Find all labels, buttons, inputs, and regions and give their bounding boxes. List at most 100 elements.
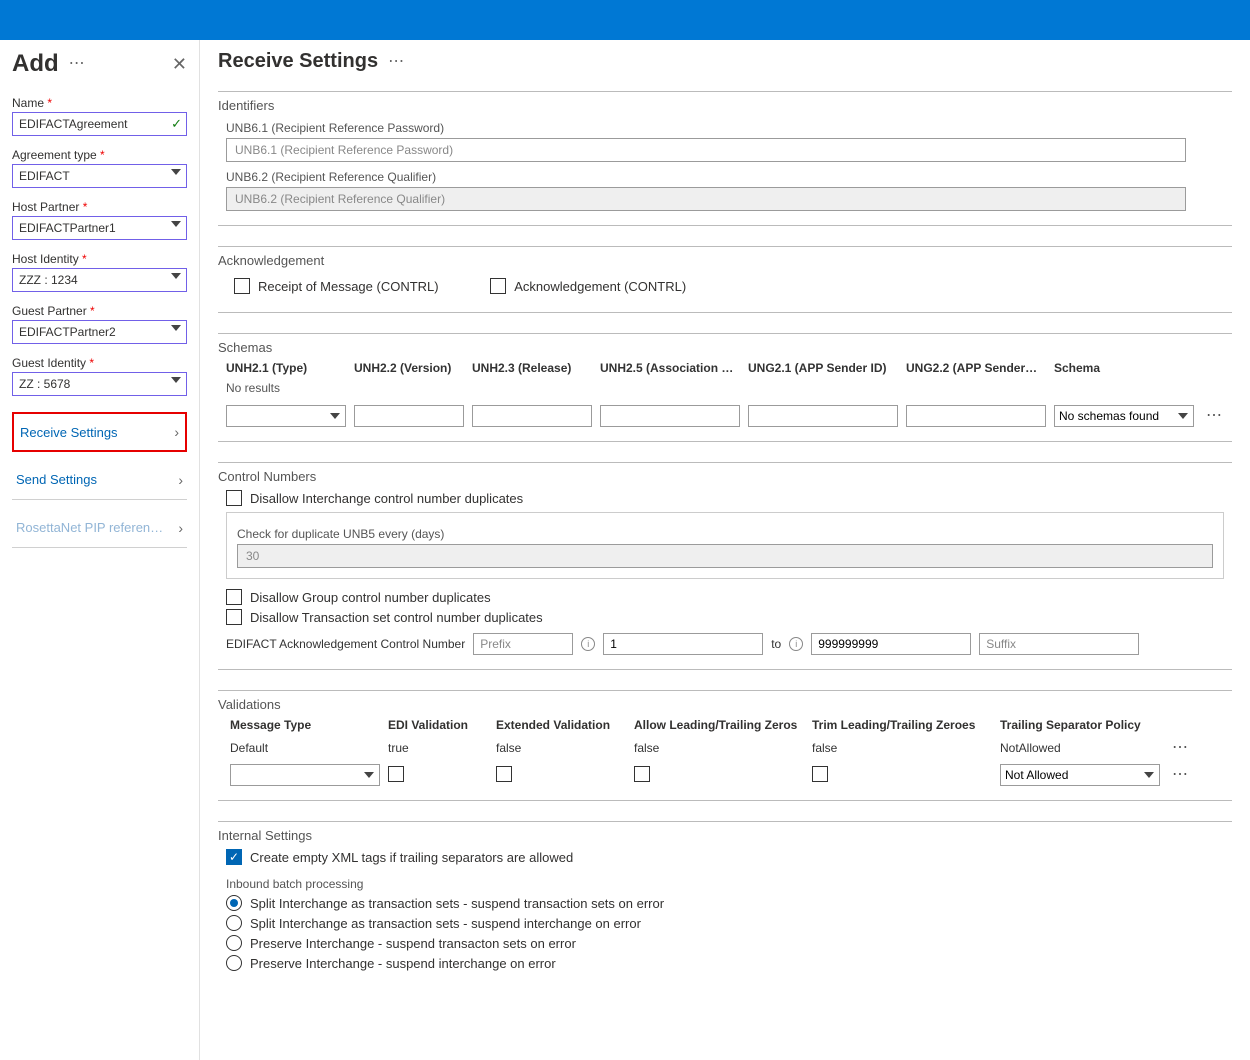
schema-type-select[interactable] <box>226 405 346 427</box>
val-allow-checkbox[interactable] <box>634 766 650 782</box>
val-ext-checkbox[interactable] <box>496 766 512 782</box>
identifiers-section: Identifiers UNB6.1 (Recipient Reference … <box>218 91 1232 226</box>
disallow-tx-checkbox[interactable] <box>226 609 242 625</box>
batch-opt-3-radio[interactable] <box>226 955 242 971</box>
chevron-right-icon: › <box>178 472 183 488</box>
edi-suffix-input[interactable] <box>979 633 1139 655</box>
batch-opt-3-label: Preserve Interchange - suspend interchan… <box>250 956 556 971</box>
host-partner-select[interactable] <box>12 216 187 240</box>
schema-select[interactable] <box>1054 405 1194 427</box>
unb61-input[interactable] <box>226 138 1186 162</box>
schema-col: Schema <box>1054 361 1194 375</box>
schema-col: UNH2.1 (Type) <box>226 361 346 375</box>
add-title: Add <box>12 50 59 78</box>
internal-title: Internal Settings <box>218 828 1232 843</box>
nav-receive-label: Receive Settings <box>20 425 118 440</box>
nav-receive-settings[interactable]: Receive Settings › <box>12 412 187 452</box>
name-field: ✓ <box>12 112 187 136</box>
control-title: Control Numbers <box>218 469 1232 484</box>
host-identity-label: Host Identity <box>12 252 187 266</box>
batch-opt-1-label: Split Interchange as transaction sets - … <box>250 916 641 931</box>
dup-box: Check for duplicate UNB5 every (days) <box>226 512 1224 579</box>
schema-row-more-icon[interactable]: ⋯ <box>1202 408 1226 424</box>
validation-row2-more-icon[interactable]: ⋯ <box>1168 767 1192 783</box>
schema-release-input[interactable] <box>472 405 592 427</box>
nav-send-label: Send Settings <box>16 472 97 487</box>
blade-more-icon[interactable]: ⋯ <box>388 54 404 70</box>
edi-from-input[interactable] <box>603 633 763 655</box>
create-empty-checkbox[interactable]: ✓ <box>226 849 242 865</box>
schema-col: UNH2.3 (Release) <box>472 361 592 375</box>
receipt-checkbox[interactable] <box>234 278 250 294</box>
guest-identity-label: Guest Identity <box>12 356 187 370</box>
schema-appsender2-input[interactable] <box>906 405 1046 427</box>
disallow-tx-label: Disallow Transaction set control number … <box>250 610 543 625</box>
control-section: Control Numbers Disallow Interchange con… <box>218 462 1232 670</box>
nav-send-settings[interactable]: Send Settings › <box>12 460 187 500</box>
batch-opt-0-radio[interactable] <box>226 895 242 911</box>
receipt-label: Receipt of Message (CONTRL) <box>258 279 439 294</box>
host-partner-label: Host Partner <box>12 200 187 214</box>
unb61-label: UNB6.1 (Recipient Reference Password) <box>226 121 1232 135</box>
edi-prefix-input[interactable] <box>473 633 573 655</box>
val-col: Allow Leading/Trailing Zeros <box>634 718 804 732</box>
nav-rosettanet[interactable]: RosettaNet PIP referen… › <box>12 508 187 548</box>
schema-col: UNG2.2 (APP Sender… <box>906 361 1046 375</box>
ack-checkbox[interactable] <box>490 278 506 294</box>
val-edi-checkbox[interactable] <box>388 766 404 782</box>
schema-col: UNH2.2 (Version) <box>354 361 464 375</box>
val-col: Extended Validation <box>496 718 626 732</box>
chevron-right-icon: › <box>178 520 183 536</box>
host-identity-select[interactable] <box>12 268 187 292</box>
dup-days-input <box>237 544 1213 568</box>
ack-label: Acknowledgement (CONTRL) <box>514 279 686 294</box>
unb62-label: UNB6.2 (Recipient Reference Qualifier) <box>226 170 1232 184</box>
batch-label: Inbound batch processing <box>226 877 1232 891</box>
val-col: Message Type <box>230 718 380 732</box>
disallow-group-label: Disallow Group control number duplicates <box>250 590 491 605</box>
agreement-type-select[interactable] <box>12 164 187 188</box>
guest-identity-select[interactable] <box>12 372 187 396</box>
top-brand-bar <box>0 0 1250 40</box>
close-icon[interactable]: ✕ <box>172 54 187 75</box>
info-icon[interactable]: i <box>789 637 803 651</box>
val-msgtype-select[interactable] <box>230 764 380 786</box>
val-cell: NotAllowed <box>1000 741 1160 755</box>
check-icon: ✓ <box>171 116 182 132</box>
schemas-section: Schemas UNH2.1 (Type) UNH2.2 (Version) U… <box>218 333 1232 442</box>
schema-appsender-input[interactable] <box>748 405 898 427</box>
disallow-interchange-label: Disallow Interchange control number dupl… <box>250 491 523 506</box>
schema-col: UNG2.1 (APP Sender ID) <box>748 361 898 375</box>
dup-label: Check for duplicate UNB5 every (days) <box>237 527 1213 541</box>
schema-version-input[interactable] <box>354 405 464 427</box>
add-more-icon[interactable]: ⋯ <box>69 56 85 72</box>
val-cell: true <box>388 741 488 755</box>
ack-section: Acknowledgement Receipt of Message (CONT… <box>218 246 1232 313</box>
val-cell: Default <box>230 741 380 755</box>
guest-partner-select[interactable] <box>12 320 187 344</box>
guest-partner-label: Guest Partner <box>12 304 187 318</box>
batch-opt-1-radio[interactable] <box>226 915 242 931</box>
info-icon[interactable]: i <box>581 637 595 651</box>
val-policy-select[interactable] <box>1000 764 1160 786</box>
page-title: Receive Settings <box>218 50 378 73</box>
nav-rosetta-label: RosettaNet PIP referen… <box>16 520 163 535</box>
edi-to-input[interactable] <box>811 633 971 655</box>
name-label: Name <box>12 96 187 110</box>
validation-row-more-icon[interactable]: ⋯ <box>1168 740 1192 756</box>
schema-col: UNH2.5 (Association … <box>600 361 740 375</box>
add-blade: Add ⋯ ✕ Name ✓ Agreement type Host Partn… <box>0 40 200 1060</box>
disallow-group-checkbox[interactable] <box>226 589 242 605</box>
schema-no-results: No results <box>226 381 1232 395</box>
receive-settings-blade: Receive Settings ⋯ Identifiers UNB6.1 (R… <box>200 40 1250 1060</box>
batch-opt-2-radio[interactable] <box>226 935 242 951</box>
chevron-right-icon: › <box>174 424 179 440</box>
schemas-title: Schemas <box>218 340 1232 355</box>
val-trim-checkbox[interactable] <box>812 766 828 782</box>
disallow-interchange-checkbox[interactable] <box>226 490 242 506</box>
val-cell: false <box>634 741 804 755</box>
val-cell: false <box>812 741 992 755</box>
name-input[interactable] <box>12 112 187 136</box>
schema-assoc-input[interactable] <box>600 405 740 427</box>
val-col: EDI Validation <box>388 718 488 732</box>
